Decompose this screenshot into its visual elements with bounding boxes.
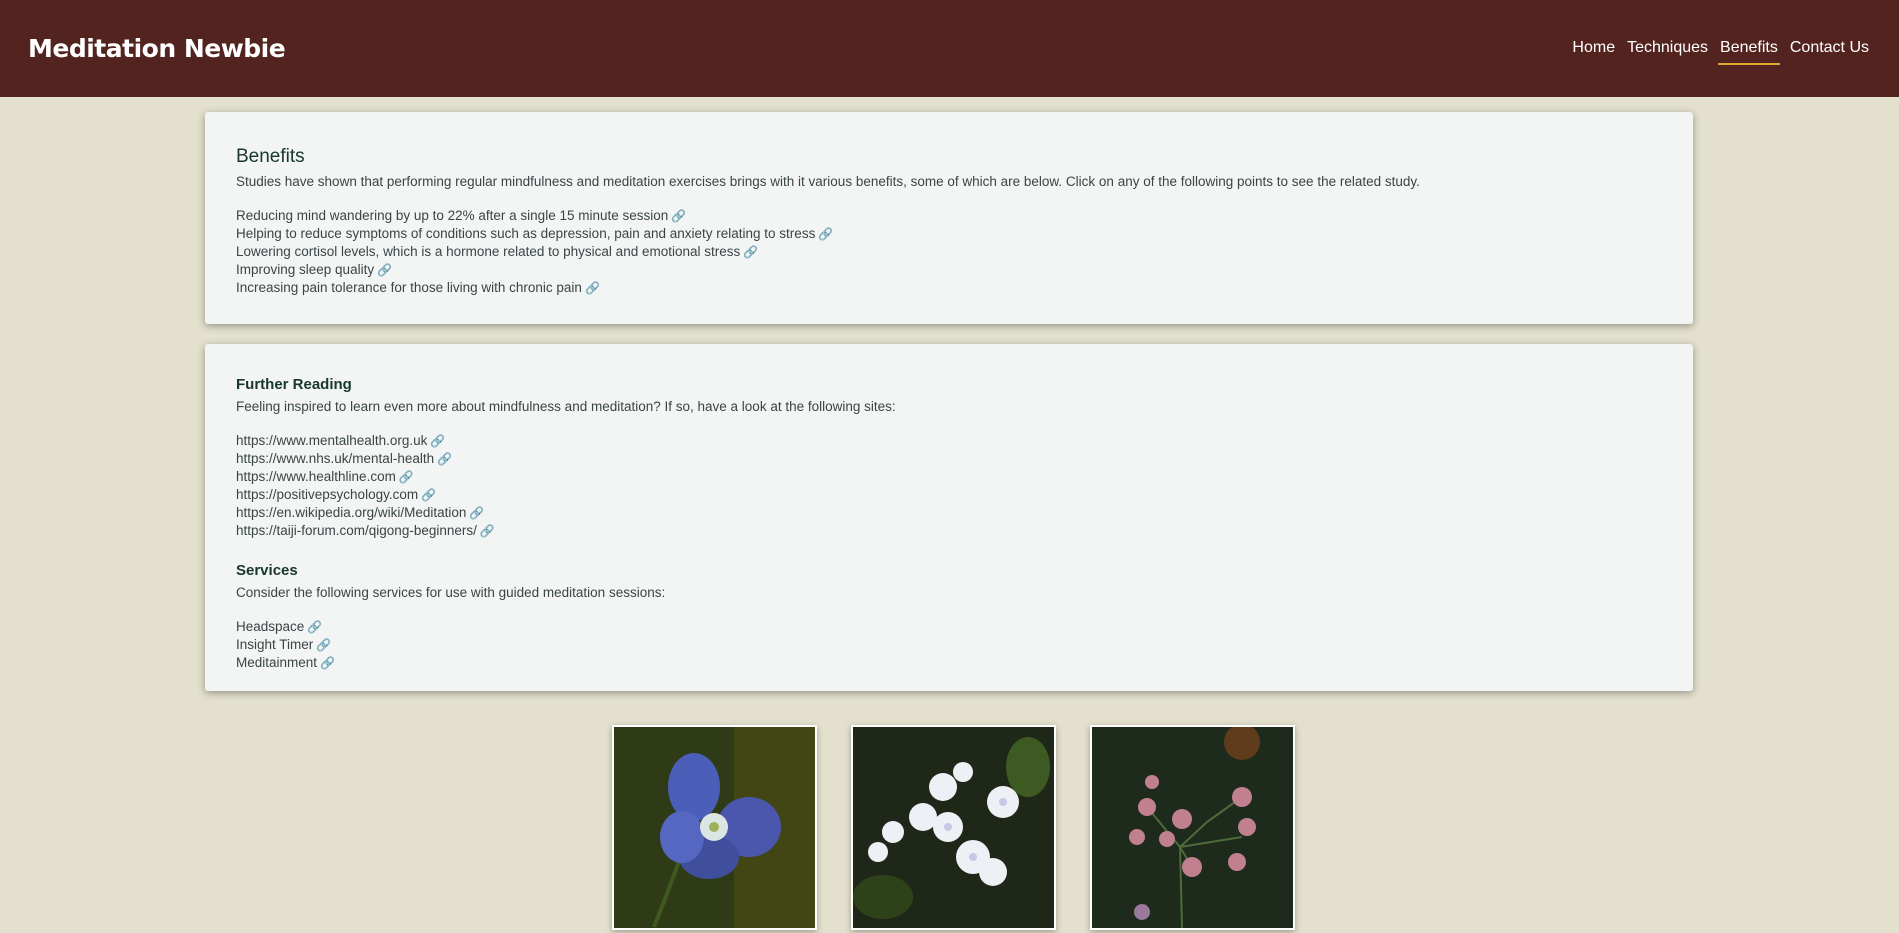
further-reading-list: https://www.mentalhealth.org.uk 🔗 https:/… <box>236 432 1662 540</box>
benefit-item[interactable]: Increasing pain tolerance for those livi… <box>236 279 1662 297</box>
further-reading-intro: Feeling inspired to learn even more abou… <box>236 399 896 414</box>
site-header: Meditation Newbie Home Techniques Benefi… <box>0 0 1899 97</box>
service-link[interactable]: Meditainment 🔗 <box>236 654 1662 672</box>
benefits-intro: Studies have shown that performing regul… <box>236 174 1420 189</box>
nav-home[interactable]: Home <box>1570 33 1617 65</box>
further-reading-link[interactable]: https://www.mentalhealth.org.uk 🔗 <box>236 432 1662 450</box>
link-icon: 🔗 <box>584 281 600 295</box>
service-link[interactable]: Insight Timer 🔗 <box>236 636 1662 654</box>
further-reading-link[interactable]: https://www.nhs.uk/mental-health 🔗 <box>236 450 1662 468</box>
link-icon: 🔗 <box>398 470 414 484</box>
site-logo[interactable]: Meditation Newbie <box>28 34 286 63</box>
link-icon: 🔗 <box>421 488 437 502</box>
link-icon: 🔗 <box>307 620 323 634</box>
link-icon: 🔗 <box>437 452 453 466</box>
link-icon: 🔗 <box>316 638 332 652</box>
further-reading-title: Further Reading <box>236 376 352 393</box>
nav-techniques[interactable]: Techniques <box>1625 33 1710 65</box>
blue-flower-photo <box>612 725 817 930</box>
link-icon: 🔗 <box>479 524 495 538</box>
further-reading-link[interactable]: https://www.healthline.com 🔗 <box>236 468 1662 486</box>
benefit-item[interactable]: Lowering cortisol levels, which is a hor… <box>236 243 1662 261</box>
resources-card: Further Reading Feeling inspired to lear… <box>205 344 1693 691</box>
link-icon: 🔗 <box>320 656 335 670</box>
service-link[interactable]: Headspace 🔗 <box>236 618 1662 636</box>
link-icon: 🔗 <box>430 434 446 448</box>
link-icon: 🔗 <box>818 227 834 241</box>
benefits-card: Benefits Studies have shown that perform… <box>205 112 1693 324</box>
further-reading-link[interactable]: https://taiji-forum.com/qigong-beginners… <box>236 522 1662 540</box>
benefit-item[interactable]: Helping to reduce symptoms of conditions… <box>236 225 1662 243</box>
benefit-item[interactable]: Improving sleep quality 🔗 <box>236 261 1662 279</box>
photo-gallery <box>612 725 1295 930</box>
further-reading-link[interactable]: https://positivepsychology.com 🔗 <box>236 486 1662 504</box>
pink-flowers-photo <box>1090 725 1295 930</box>
benefits-list: Reducing mind wandering by up to 22% aft… <box>236 207 1662 297</box>
benefit-item[interactable]: Reducing mind wandering by up to 22% aft… <box>236 207 1662 225</box>
services-title: Services <box>236 562 298 579</box>
link-icon: 🔗 <box>377 263 393 277</box>
link-icon: 🔗 <box>743 245 759 259</box>
main-nav: Home Techniques Benefits Contact Us <box>1570 33 1871 65</box>
white-flowers-photo <box>851 725 1056 930</box>
nav-contact-us[interactable]: Contact Us <box>1788 33 1871 65</box>
nav-benefits[interactable]: Benefits <box>1718 33 1780 65</box>
link-icon: 🔗 <box>671 209 687 223</box>
further-reading-link[interactable]: https://en.wikipedia.org/wiki/Meditation… <box>236 504 1662 522</box>
link-icon: 🔗 <box>469 506 485 520</box>
services-list: Headspace 🔗 Insight Timer 🔗 Meditainment 🔗 <box>236 618 1662 672</box>
services-intro: Consider the following services for use … <box>236 585 666 600</box>
benefits-title: Benefits <box>236 146 305 167</box>
